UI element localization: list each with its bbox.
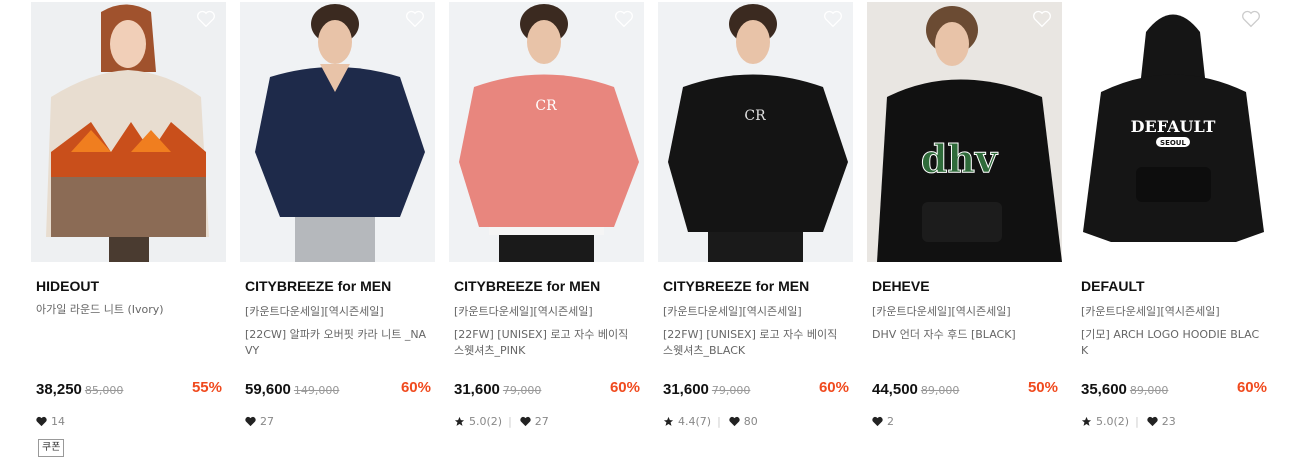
- product-image[interactable]: CR: [658, 2, 853, 262]
- original-price: 79,000: [502, 384, 542, 397]
- product-card-2[interactable]: CITYBREEZE for MEN [카운트다운세일][역시즌세일] [22C…: [240, 2, 435, 458]
- rating-value: 4.4(7): [678, 415, 712, 428]
- product-meta: 5.0(2) | 27: [454, 415, 549, 428]
- meta-divider: |: [717, 415, 721, 428]
- meta-divider: |: [508, 415, 512, 428]
- product-card-4[interactable]: CR CITYBREEZE for MEN [카운트다운세일][역시즌세일] […: [658, 2, 853, 458]
- original-price: 149,000: [293, 384, 340, 397]
- product-photo-default-hoodie: DEFAULT SEOUL: [1076, 2, 1271, 262]
- rating-value: 5.0(2): [1096, 415, 1130, 428]
- product-photo-black-hoodie: dhv: [867, 2, 1062, 262]
- heart-filled-icon: [520, 416, 531, 427]
- brand-name[interactable]: CITYBREEZE for MEN: [454, 278, 600, 294]
- promo-tag: [카운트다운세일][역시즌세일]: [872, 305, 1011, 318]
- brand-name[interactable]: DEFAULT: [1081, 278, 1145, 294]
- heart-filled-icon: [245, 416, 256, 427]
- brand-name[interactable]: DEHEVE: [872, 278, 930, 294]
- product-name[interactable]: DHV 언더 자수 후드 [BLACK]: [872, 327, 1057, 343]
- product-card-1[interactable]: HIDEOUT 아가일 라운드 니트 (Ivory) 38,250 85,000 …: [31, 2, 226, 458]
- meta-divider: |: [1135, 415, 1139, 428]
- product-name[interactable]: [22FW] [UNISEX] 로고 자수 베이직 스웻셔츠_BLACK: [663, 327, 848, 359]
- price-row: 44,500 89,000 50%: [872, 379, 1058, 399]
- promo-tag: [카운트다운세일][역시즌세일]: [663, 305, 802, 318]
- discount-rate: 55%: [191, 379, 222, 396]
- product-meta: 5.0(2) | 23: [1081, 415, 1176, 428]
- product-name[interactable]: 아가일 라운드 니트 (Ivory): [36, 302, 221, 318]
- like-count: 27: [260, 415, 274, 428]
- product-meta: 14: [36, 415, 65, 428]
- product-card-6[interactable]: DEFAULT SEOUL DEFAULT [카운트다운세일][역시즌세일] […: [1076, 2, 1271, 458]
- coupon-badge[interactable]: 쿠폰: [38, 439, 65, 457]
- like-count: 2: [887, 415, 894, 428]
- product-photo-pink-sweatshirt: CR: [449, 2, 644, 262]
- heart-filled-icon: [36, 416, 47, 427]
- original-price: 85,000: [84, 384, 124, 397]
- wishlist-heart-icon[interactable]: [405, 10, 425, 28]
- sale-price: 38,250: [36, 381, 82, 398]
- product-name[interactable]: [22CW] 알파카 오버핏 카라 니트 _NAVY: [245, 327, 430, 359]
- product-name[interactable]: [22FW] [UNISEX] 로고 자수 베이직 스웻셔츠_PINK: [454, 327, 639, 359]
- brand-name[interactable]: HIDEOUT: [36, 278, 99, 294]
- wishlist-heart-icon[interactable]: [1241, 10, 1261, 28]
- logo-embroidery: CR: [535, 98, 557, 114]
- like-count: 23: [1161, 415, 1176, 428]
- discount-rate: 60%: [400, 379, 431, 396]
- heart-filled-icon: [1147, 416, 1158, 427]
- product-card-5[interactable]: dhv DEHEVE [카운트다운세일][역시즌세일] DHV 언더 자수 후드…: [867, 2, 1062, 458]
- discount-rate: 60%: [818, 379, 849, 396]
- brand-name[interactable]: CITYBREEZE for MEN: [663, 278, 809, 294]
- product-meta: 4.4(7) | 80: [663, 415, 758, 428]
- heart-filled-icon: [872, 416, 883, 427]
- wishlist-heart-icon[interactable]: [1032, 10, 1052, 28]
- product-photo-black-sweatshirt: CR: [658, 2, 853, 262]
- price-row: 38,250 85,000 55%: [36, 379, 222, 399]
- product-grid: HIDEOUT 아가일 라운드 니트 (Ivory) 38,250 85,000 …: [0, 0, 1291, 458]
- product-image[interactable]: [31, 2, 226, 262]
- product-meta: 2: [872, 415, 894, 428]
- sale-price: 44,500: [872, 381, 918, 398]
- product-image[interactable]: dhv: [867, 2, 1062, 262]
- discount-rate: 60%: [609, 379, 640, 396]
- like-count: 27: [534, 415, 549, 428]
- star-icon: [663, 416, 674, 426]
- product-photo-navy-knit: [240, 2, 435, 262]
- promo-tag: [카운트다운세일][역시즌세일]: [245, 305, 384, 318]
- original-price: 89,000: [920, 384, 960, 397]
- sale-price: 59,600: [245, 381, 291, 398]
- rating-value: 5.0(2): [469, 415, 503, 428]
- original-price: 79,000: [711, 384, 751, 397]
- sale-price: 31,600: [663, 381, 709, 398]
- product-name[interactable]: [기모] ARCH LOGO HOODIE BLACK: [1081, 327, 1266, 359]
- wishlist-heart-icon[interactable]: [196, 10, 216, 28]
- like-count: 14: [51, 415, 65, 428]
- price-row: 59,600 149,000 60%: [245, 379, 431, 399]
- discount-rate: 60%: [1236, 379, 1267, 396]
- logo-print: dhv: [921, 136, 999, 181]
- wishlist-heart-icon[interactable]: [614, 10, 634, 28]
- star-icon: [1081, 416, 1092, 426]
- original-price: 89,000: [1129, 384, 1169, 397]
- discount-rate: 50%: [1027, 379, 1058, 396]
- logo-print: DEFAULT: [1131, 117, 1216, 136]
- product-photo-knit: [31, 2, 226, 262]
- price-row: 31,600 79,000 60%: [454, 379, 640, 399]
- price-row: 31,600 79,000 60%: [663, 379, 849, 399]
- product-image[interactable]: CR: [449, 2, 644, 262]
- logo-subprint: SEOUL: [1160, 139, 1186, 147]
- product-card-3[interactable]: CR CITYBREEZE for MEN [카운트다운세일][역시즌세일] […: [449, 2, 644, 458]
- wishlist-heart-icon[interactable]: [823, 10, 843, 28]
- promo-tag: [카운트다운세일][역시즌세일]: [454, 305, 593, 318]
- promo-tag: [카운트다운세일][역시즌세일]: [1081, 305, 1220, 318]
- heart-filled-icon: [729, 416, 740, 427]
- product-image[interactable]: [240, 2, 435, 262]
- sale-price: 31,600: [454, 381, 500, 398]
- logo-embroidery: CR: [744, 108, 766, 124]
- star-icon: [454, 416, 465, 426]
- price-row: 35,600 89,000 60%: [1081, 379, 1267, 399]
- sale-price: 35,600: [1081, 381, 1127, 398]
- brand-name[interactable]: CITYBREEZE for MEN: [245, 278, 391, 294]
- product-meta: 27: [245, 415, 274, 428]
- like-count: 80: [743, 415, 758, 428]
- product-image[interactable]: DEFAULT SEOUL: [1076, 2, 1271, 262]
